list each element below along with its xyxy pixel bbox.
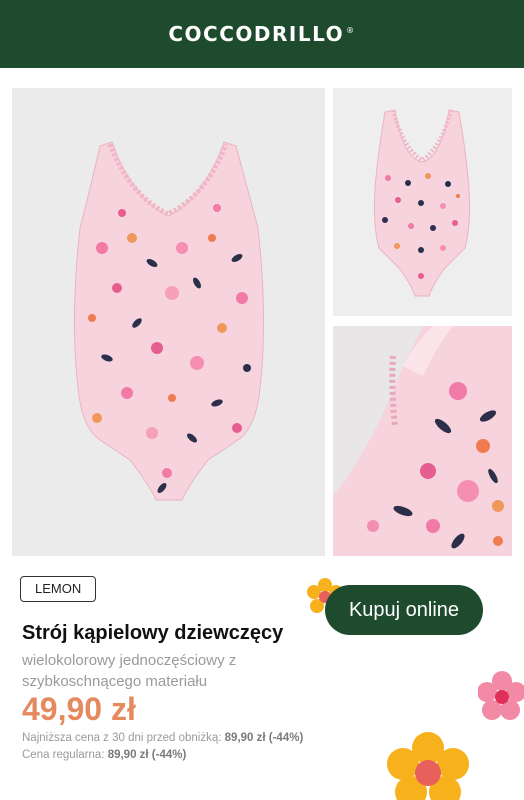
brand-logo[interactable]: COCCODRILLO ® bbox=[168, 22, 355, 46]
product-image-main[interactable] bbox=[12, 88, 325, 556]
product-price: 49,90 zł bbox=[22, 691, 136, 727]
site-header: COCCODRILLO ® bbox=[0, 0, 524, 68]
lowest-price-note: Najniższa cena z 30 dni przed obniżką: 8… bbox=[22, 732, 304, 744]
regular-price-note: Cena regularna: 89,90 zł (-44%) bbox=[22, 749, 187, 761]
product-image-detail[interactable] bbox=[333, 326, 512, 556]
collection-badge[interactable]: LEMON bbox=[20, 576, 97, 602]
buy-online-button[interactable]: Kupuj online bbox=[325, 585, 483, 635]
pink-flower-decoration-icon bbox=[478, 671, 524, 720]
product-description: wielokolorowy jednoczęściowy z szybkosch… bbox=[22, 652, 237, 690]
product-title: Strój kąpielowy dziewczęcy bbox=[22, 622, 284, 644]
yellow-flower-decoration-icon bbox=[387, 732, 469, 800]
product-image-back[interactable] bbox=[333, 88, 512, 316]
